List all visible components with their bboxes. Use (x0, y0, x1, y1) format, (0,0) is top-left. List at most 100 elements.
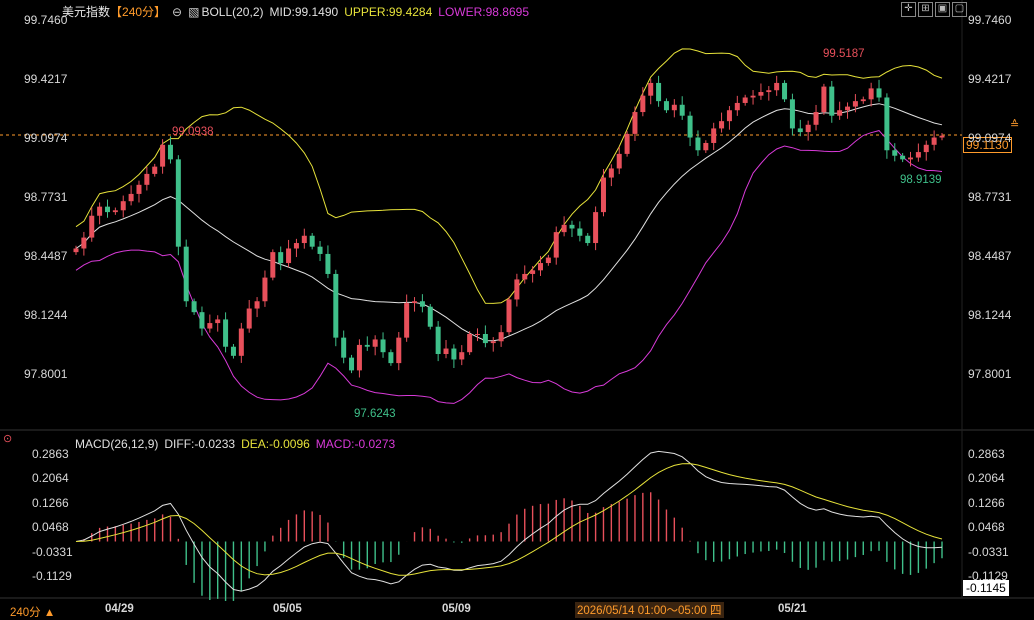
candle-body (789, 99, 795, 129)
candle-body (695, 137, 701, 151)
candle-body (884, 97, 890, 151)
macd-axis-left-0: 0.2863 (32, 447, 69, 461)
candle-body (419, 301, 425, 307)
price-axis-left-0: 99.7460 (24, 13, 68, 27)
price-axis-right-3: 98.7731 (968, 189, 1012, 204)
candle-body (758, 92, 764, 96)
candle-body (246, 308, 252, 329)
price-axis-left-1: 99.4217 (24, 71, 68, 86)
candle-body (522, 273, 528, 280)
interval-tag[interactable]: 【240分】 (110, 5, 166, 19)
annotation-low-1: 97.6243 (354, 408, 396, 420)
price-axis-right-1: 99.4217 (968, 71, 1012, 86)
candle-body (191, 301, 197, 313)
candle-body (349, 357, 355, 371)
candle-body (585, 235, 591, 244)
candle-body (734, 102, 740, 111)
annotation-low-2: 98.9139 (900, 174, 942, 186)
candle-body (73, 248, 79, 253)
candle-body (868, 88, 874, 100)
price-marker-icon: ≙ (1010, 119, 1020, 131)
boll-upper-line (75, 48, 943, 304)
candle-body (81, 237, 87, 249)
candle-body (892, 150, 898, 156)
candle-body (396, 337, 402, 364)
collapse-icon[interactable]: ⊖ (172, 5, 182, 19)
candle-body (97, 206, 103, 216)
candle-body (230, 346, 236, 356)
macd-name[interactable]: MACD(26,12,9) (75, 437, 158, 451)
candle-body (600, 177, 606, 213)
macd-axis-right-5: -0.1129 (968, 569, 1008, 583)
symbol-name[interactable]: 美元指数 (62, 5, 110, 19)
candle-body (663, 101, 669, 111)
candle-body (270, 252, 276, 278)
zoom-tool-icon[interactable]: ⊞ (918, 2, 933, 17)
candle-body (797, 128, 803, 133)
candle-body (167, 144, 173, 160)
candle-body (380, 339, 386, 353)
annotation-high-1: 99.0938 (172, 126, 214, 138)
candle-body (530, 270, 536, 274)
candle-body (482, 333, 488, 344)
annotation-high-2: 99.5187 (823, 48, 865, 60)
candle-body (183, 246, 189, 302)
candle-body (301, 235, 307, 244)
price-axis-left-4: 98.4487 (24, 249, 68, 263)
candle-body (254, 301, 260, 309)
candle-body (648, 82, 654, 96)
candle-body (561, 224, 567, 233)
candle-body (325, 253, 331, 274)
candle-body (364, 344, 370, 347)
boll-upper: UPPER:99.4284 (344, 5, 433, 19)
candle-body (223, 319, 229, 347)
maximize-icon[interactable]: ▢ (952, 2, 967, 17)
chart-canvas[interactable] (0, 0, 1034, 619)
macd-axis-left-3: 0.0468 (32, 520, 69, 535)
candle-body (412, 301, 418, 304)
candle-body (860, 99, 866, 102)
boll-lower-line (75, 130, 943, 404)
candle-body (577, 228, 583, 236)
candle-body (805, 124, 811, 133)
candle-body (356, 344, 362, 371)
candle-body (435, 326, 441, 355)
candle-body (782, 82, 788, 100)
crosshair-tool-icon[interactable]: ✛ (901, 2, 916, 17)
candle-body (656, 82, 662, 102)
macd-diff-line (75, 450, 943, 592)
candle-body (742, 97, 748, 103)
candle-body (467, 333, 473, 353)
candle-body (821, 86, 827, 113)
indicator-icon[interactable]: ▧ (188, 5, 199, 19)
interval-selector[interactable]: 240分 ▲ (10, 604, 55, 620)
candle-body (671, 104, 677, 111)
candle-body (317, 246, 323, 254)
candle-body (632, 112, 638, 134)
candle-body (703, 142, 709, 151)
candle-body (506, 299, 512, 333)
candle-body (262, 277, 268, 302)
macd-value: MACD:-0.0273 (315, 437, 396, 451)
price-axis-left-5: 98.1244 (24, 308, 68, 322)
candle-body (443, 348, 449, 355)
date-label-2: 05/09 (442, 603, 471, 615)
macd-axis-right-4: -0.0331 (968, 544, 1009, 559)
candle-body (120, 201, 126, 211)
macd-axis-right-1: 0.2064 (968, 471, 1005, 486)
price-axis-right-5: 98.1244 (968, 308, 1012, 322)
macd-dea: DEA:-0.0096 (241, 437, 310, 451)
candle-body (175, 159, 181, 247)
candle-body (404, 303, 410, 338)
candle-body (900, 155, 906, 160)
candle-body (608, 168, 614, 178)
restore-icon[interactable]: ▣ (935, 2, 950, 17)
macd-axis-right-0: 0.2863 (968, 447, 1005, 461)
candle-body (104, 206, 110, 213)
macd-axis-left-1: 0.2064 (32, 471, 69, 486)
candle-body (144, 173, 150, 185)
candle-body (624, 133, 630, 154)
macd-settings-icon[interactable]: ⊙ (3, 432, 12, 445)
price-axis-right-6: 97.8001 (968, 367, 1012, 381)
candle-body (687, 115, 693, 138)
